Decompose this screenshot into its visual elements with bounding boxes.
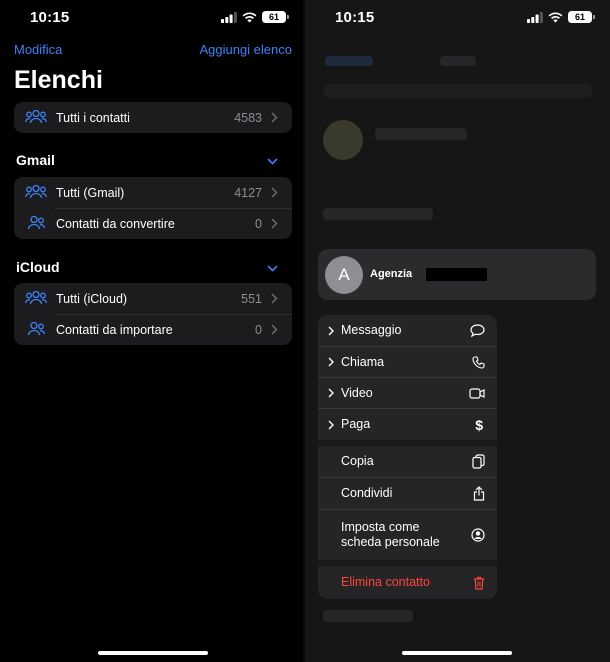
menu-item-share[interactable]: Condividi [318, 478, 497, 510]
wifi-icon [548, 11, 563, 22]
list-row-label: Tutti (Gmail) [56, 185, 125, 200]
menu-item-label: Chiama [341, 354, 385, 369]
section-title-icloud: iCloud [16, 259, 60, 275]
list-row-count: 551 [241, 291, 262, 306]
avatar: A [325, 256, 363, 294]
battery-icon: 61 [262, 11, 289, 23]
list-row-all-gmail[interactable]: Tutti (Gmail) 4127 [14, 177, 292, 208]
list-row-all-icloud[interactable]: Tutti (iCloud) 551 [14, 283, 292, 314]
list-row-count: 4583 [234, 110, 262, 125]
list-row-contacts-to-convert[interactable]: Contatti da convertire 0 [14, 208, 292, 239]
menu-item-video[interactable]: Video [318, 378, 497, 409]
contact-context-menu-screen: 10:15 61 A Agenzia Messaggio Chiama Vide… [305, 0, 610, 662]
chevron-right-icon [271, 293, 278, 304]
list-row-label: Tutti (iCloud) [56, 291, 128, 306]
menu-item-label: Elimina contatto [341, 575, 430, 589]
chevron-right-icon [271, 112, 278, 123]
menu-item-call[interactable]: Chiama [318, 347, 497, 378]
wifi-icon [242, 11, 257, 22]
status-bar: 10:15 61 [0, 0, 304, 34]
gmail-group: Tutti (Gmail) 4127 Contatti da convertir… [14, 177, 292, 239]
page-title: Elenchi [14, 66, 103, 94]
menu-item-message[interactable]: Messaggio [318, 315, 497, 347]
phone-icon [472, 355, 485, 369]
context-menu: Messaggio Chiama Video Paga $ Copia Cond… [318, 315, 497, 599]
menu-item-copy[interactable]: Copia [318, 446, 497, 478]
menu-item-pay[interactable]: Paga $ [318, 409, 497, 440]
menu-item-label: Imposta come scheda personale [341, 520, 440, 550]
menu-item-label-line: scheda personale [341, 535, 440, 549]
copy-icon [472, 454, 485, 469]
icloud-group: Tutti (iCloud) 551 Contatti da importare… [14, 283, 292, 345]
section-title-gmail: Gmail [16, 152, 55, 168]
redaction-bar [426, 268, 487, 281]
menu-item-label: Video [341, 385, 373, 400]
home-indicator[interactable] [402, 651, 512, 655]
home-indicator[interactable] [98, 651, 208, 655]
cellular-signal-icon [527, 11, 543, 23]
blurred-background [323, 120, 363, 160]
menu-item-set-personal-card[interactable]: Imposta come scheda personale [318, 510, 497, 560]
list-row-contacts-to-import[interactable]: Contatti da importare 0 [14, 314, 292, 345]
chevron-right-icon [328, 420, 334, 429]
status-time: 10:15 [30, 9, 70, 26]
chevron-down-icon[interactable] [267, 265, 278, 272]
people-group-icon [25, 109, 47, 124]
add-list-button[interactable]: Aggiungi elenco [199, 42, 292, 57]
menu-item-label: Paga [341, 417, 371, 431]
cellular-signal-icon [221, 11, 237, 23]
status-time: 10:15 [335, 9, 375, 26]
blurred-background [440, 56, 476, 66]
message-bubble-icon [470, 324, 485, 337]
chevron-right-icon [328, 357, 334, 367]
people-icon [27, 215, 46, 230]
chevron-right-icon [271, 218, 278, 229]
trash-icon [474, 576, 484, 590]
list-row-label: Contatti da importare [56, 322, 173, 337]
list-row-label: Tutti i contatti [56, 110, 130, 125]
people-group-icon [25, 290, 47, 305]
chevron-down-icon[interactable] [267, 158, 278, 165]
people-icon [27, 321, 46, 336]
edit-button[interactable]: Modifica [14, 42, 62, 57]
dollar-sign-icon: $ [475, 416, 483, 433]
people-group-icon [25, 184, 47, 199]
share-icon [473, 486, 485, 501]
list-row-count: 0 [255, 216, 262, 231]
chevron-right-icon [271, 187, 278, 198]
contact-name: Agenzia [370, 268, 413, 280]
list-row-count: 4127 [234, 185, 262, 200]
chevron-right-icon [328, 326, 334, 335]
menu-item-label: Condividi [341, 486, 393, 500]
list-row-all-contacts[interactable]: Tutti i contatti 4583 [14, 102, 292, 133]
blurred-background [375, 128, 467, 140]
all-contacts-group: Tutti i contatti 4583 [14, 102, 292, 133]
chevron-right-icon [271, 324, 278, 335]
lists-screen: 10:15 61 Modifica Aggiungi elenco Elench… [0, 0, 304, 662]
chevron-right-icon [328, 388, 334, 398]
video-camera-icon [469, 387, 485, 399]
list-row-label: Contatti da convertire [56, 216, 175, 231]
blurred-background [323, 84, 593, 98]
menu-item-label: Messaggio [341, 323, 402, 337]
battery-icon: 61 [568, 11, 595, 23]
blurred-background [323, 610, 413, 622]
menu-item-delete-contact[interactable]: Elimina contatto [318, 566, 497, 599]
blurred-background [323, 208, 433, 220]
status-bar: 10:15 61 [305, 0, 610, 34]
contact-preview-card[interactable]: A Agenzia [318, 249, 596, 300]
blurred-background [325, 56, 373, 66]
list-row-count: 0 [255, 322, 262, 337]
menu-item-label-line: Imposta come [341, 520, 420, 534]
menu-item-label: Copia [341, 454, 374, 468]
person-circle-icon [471, 528, 485, 542]
